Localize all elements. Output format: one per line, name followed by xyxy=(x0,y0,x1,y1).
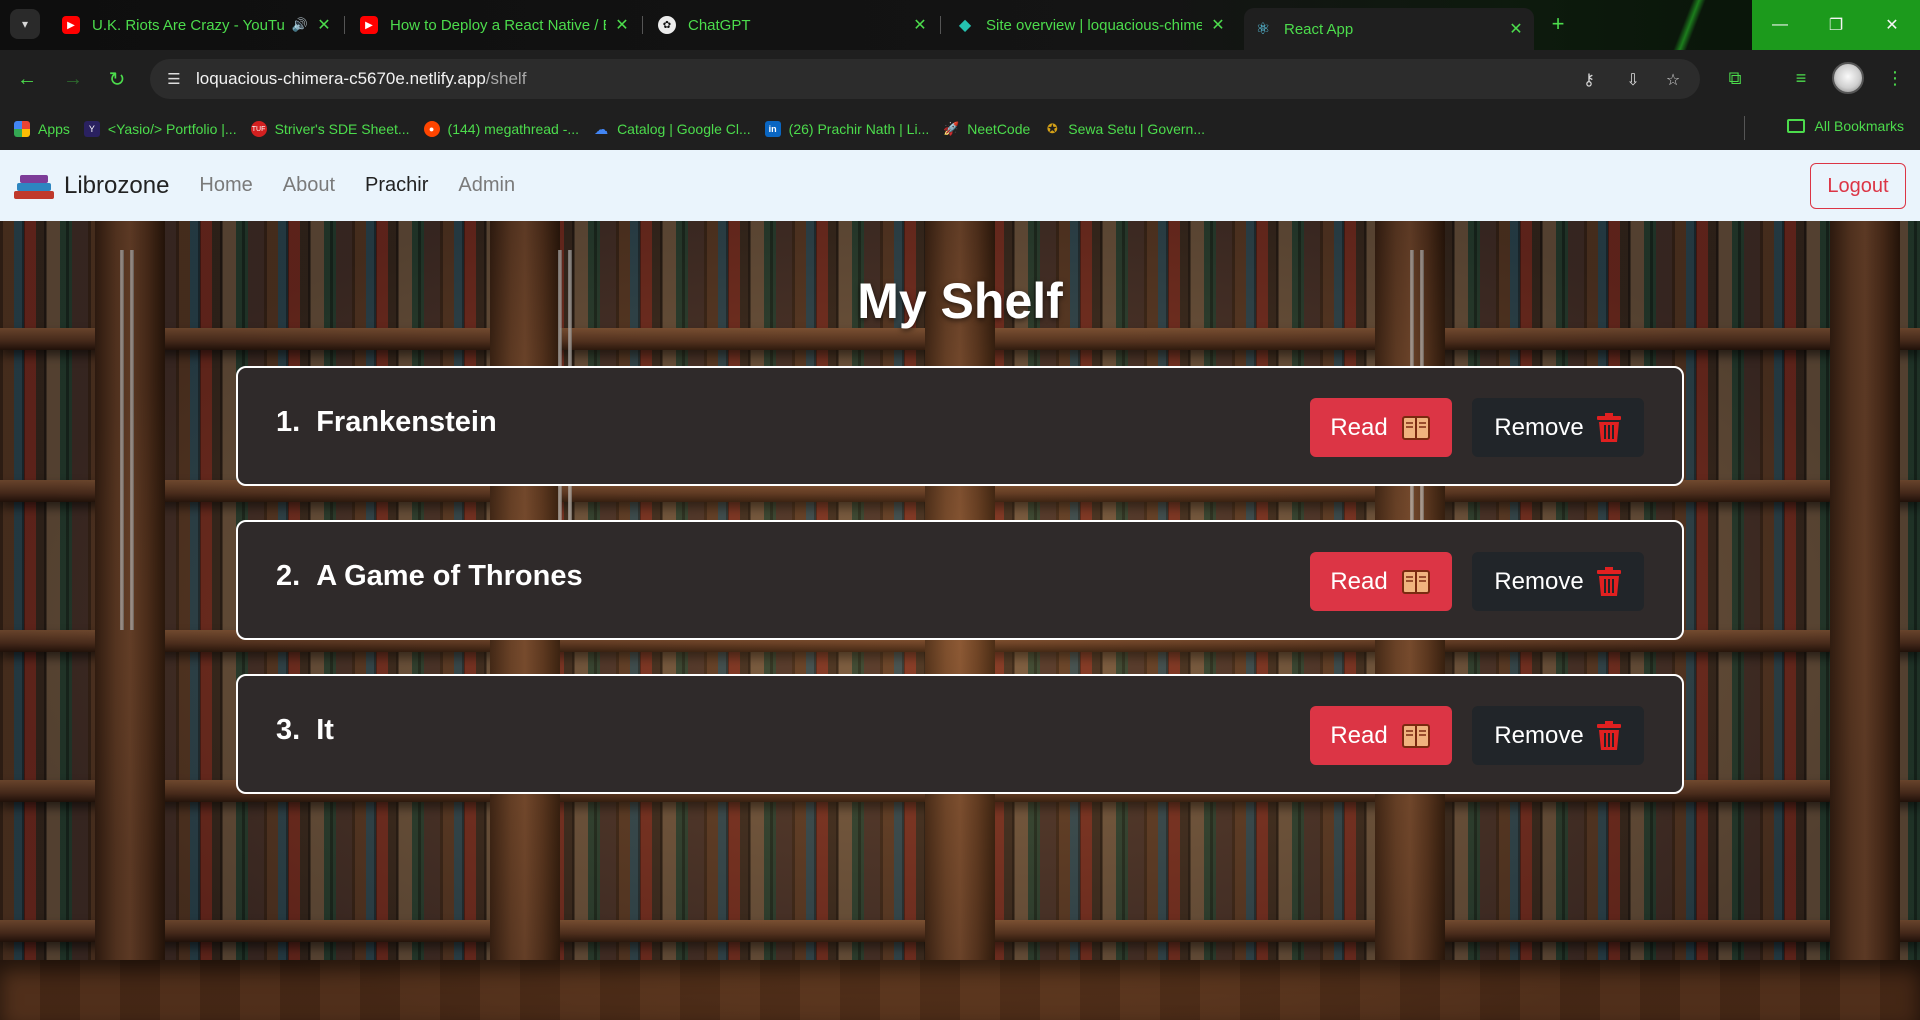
open-book-icon xyxy=(1400,566,1432,598)
close-tab-icon[interactable]: ✕ xyxy=(614,15,630,35)
url-host: loquacious-chimera-c5670e.netlify.app xyxy=(196,69,486,88)
bookmark-striver[interactable]: TUF Striver's SDE Sheet... xyxy=(250,121,410,137)
read-button[interactable]: Read xyxy=(1310,398,1452,457)
close-window-icon[interactable]: ✕ xyxy=(1864,0,1920,50)
all-bookmarks[interactable]: All Bookmarks xyxy=(1786,118,1904,134)
bookmark-star-icon[interactable]: ☆ xyxy=(1662,69,1684,91)
brand-name: Librozone xyxy=(64,171,170,199)
portfolio-icon: Y xyxy=(83,121,100,137)
tab-search-chevron-icon[interactable]: ▾ xyxy=(10,9,40,39)
reload-icon[interactable]: ↻ xyxy=(102,64,132,94)
remove-button[interactable]: Remove xyxy=(1472,706,1644,765)
tab-react-app[interactable]: ⚛ React App ✕ xyxy=(1244,8,1534,50)
password-key-icon[interactable]: ⚷ xyxy=(1578,69,1600,91)
install-app-icon[interactable]: ⇩ xyxy=(1622,69,1644,91)
new-tab-plus-icon[interactable]: + xyxy=(1544,10,1572,38)
close-tab-icon[interactable]: ✕ xyxy=(1508,19,1524,39)
book-title: It xyxy=(316,714,334,746)
book-number: 1. xyxy=(276,406,301,438)
youtube-icon: ▶ xyxy=(360,16,378,34)
tuf-icon: TUF xyxy=(250,121,267,137)
tab-separator xyxy=(642,16,643,34)
google-cloud-icon: ☁ xyxy=(594,120,609,137)
address-bar[interactable]: ☰ loquacious-chimera-c5670e.netlify.app/… xyxy=(150,59,1700,99)
bookmark-reddit[interactable]: ● (144) megathread -... xyxy=(423,121,579,137)
trash-icon xyxy=(1596,566,1622,597)
book-number: 3. xyxy=(276,714,301,746)
close-tab-icon[interactable]: ✕ xyxy=(912,15,928,35)
shelf-book-card: 3. It Read Remove xyxy=(236,674,1684,794)
react-icon: ⚛ xyxy=(1255,21,1271,38)
restore-icon[interactable]: ❐ xyxy=(1808,0,1864,50)
books-logo-icon xyxy=(14,173,54,199)
remove-button[interactable]: Remove xyxy=(1472,398,1644,457)
reddit-icon: ● xyxy=(423,121,440,137)
bookmark-google-cloud[interactable]: ☁ Catalog | Google Cl... xyxy=(593,120,751,138)
bookmark-neetcode[interactable]: 🚀 NeetCode xyxy=(943,121,1030,137)
menu-kebab-icon[interactable]: ⋮ xyxy=(1882,64,1908,92)
tab-separator xyxy=(344,16,345,34)
open-book-icon xyxy=(1400,720,1432,752)
bookmarks-bar: Apps Y <Yasio/> Portfolio |... TUF Striv… xyxy=(0,108,1920,150)
apps-grid-icon xyxy=(14,121,30,137)
page-viewport: Librozone Home About Prachir Admin Logou… xyxy=(0,150,1920,1020)
minimize-icon[interactable]: — xyxy=(1752,0,1808,50)
linkedin-icon: in xyxy=(764,121,781,137)
bookmarks-separator xyxy=(1744,116,1745,140)
tab-youtube-deploy[interactable]: ▶ How to Deploy a React Native / Expo ✕ xyxy=(350,8,640,42)
browser-toolbar: ← → ↻ ☰ loquacious-chimera-c5670e.netlif… xyxy=(0,50,1920,108)
nav-prachir[interactable]: Prachir xyxy=(365,174,428,197)
url-path: /shelf xyxy=(485,69,527,88)
netlify-icon: ◆ xyxy=(958,17,972,34)
nav-about[interactable]: About xyxy=(283,174,335,197)
tab-chatgpt[interactable]: ✿ ChatGPT ✕ xyxy=(648,8,938,42)
book-number: 2. xyxy=(276,560,301,592)
remove-button[interactable]: Remove xyxy=(1472,552,1644,611)
brand[interactable]: Librozone xyxy=(14,172,169,200)
rocket-icon: 🚀 xyxy=(943,121,960,136)
bookmark-sewa-setu[interactable]: ✪ Sewa Setu | Govern... xyxy=(1044,121,1205,137)
forward-arrow-icon[interactable]: → xyxy=(58,64,88,94)
trash-icon xyxy=(1596,720,1622,751)
browser-tab-bar: ▾ ▶ U.K. Riots Are Crazy - YouTube 🔊 ✕ ▶… xyxy=(0,0,1920,50)
folder-icon xyxy=(1786,119,1805,133)
close-tab-icon[interactable]: ✕ xyxy=(1210,15,1226,35)
nav-home[interactable]: Home xyxy=(199,174,252,197)
profile-avatar[interactable] xyxy=(1832,62,1864,94)
app-navbar: Librozone Home About Prachir Admin Logou… xyxy=(0,150,1920,221)
chatgpt-icon: ✿ xyxy=(658,16,676,34)
page-title: My Shelf xyxy=(857,273,1063,329)
speaker-icon[interactable]: 🔊 xyxy=(292,17,308,33)
extensions-puzzle-icon[interactable]: ⧉ xyxy=(1722,64,1748,92)
trash-icon xyxy=(1596,412,1622,443)
book-title: Frankenstein xyxy=(316,406,497,438)
bookmark-portfolio[interactable]: Y <Yasio/> Portfolio |... xyxy=(83,121,237,137)
tab-separator xyxy=(940,16,941,34)
book-title: A Game of Thrones xyxy=(316,560,583,592)
shelf-book-card: 2. A Game of Thrones Read Remove xyxy=(236,520,1684,640)
logout-button[interactable]: Logout xyxy=(1810,163,1906,209)
bookmark-linkedin[interactable]: in (26) Prachir Nath | Li... xyxy=(764,121,929,137)
close-tab-icon[interactable]: ✕ xyxy=(316,15,332,35)
shelf-book-card: 1. Frankenstein Read Remove xyxy=(236,366,1684,486)
bookmark-apps[interactable]: Apps xyxy=(14,121,70,137)
tab-netlify[interactable]: ◆ Site overview | loquacious-chimera ✕ xyxy=(946,8,1236,42)
tab-youtube-riots[interactable]: ▶ U.K. Riots Are Crazy - YouTube 🔊 ✕ xyxy=(52,8,342,42)
back-arrow-icon[interactable]: ← xyxy=(12,64,42,94)
read-button[interactable]: Read xyxy=(1310,552,1452,611)
emblem-icon: ✪ xyxy=(1046,121,1058,136)
media-controls-icon[interactable]: ≡ xyxy=(1788,64,1814,92)
youtube-icon: ▶ xyxy=(62,16,80,34)
open-book-icon xyxy=(1400,412,1432,444)
read-button[interactable]: Read xyxy=(1310,706,1452,765)
site-info-icon[interactable]: ☰ xyxy=(164,69,184,89)
nav-admin[interactable]: Admin xyxy=(458,174,515,197)
